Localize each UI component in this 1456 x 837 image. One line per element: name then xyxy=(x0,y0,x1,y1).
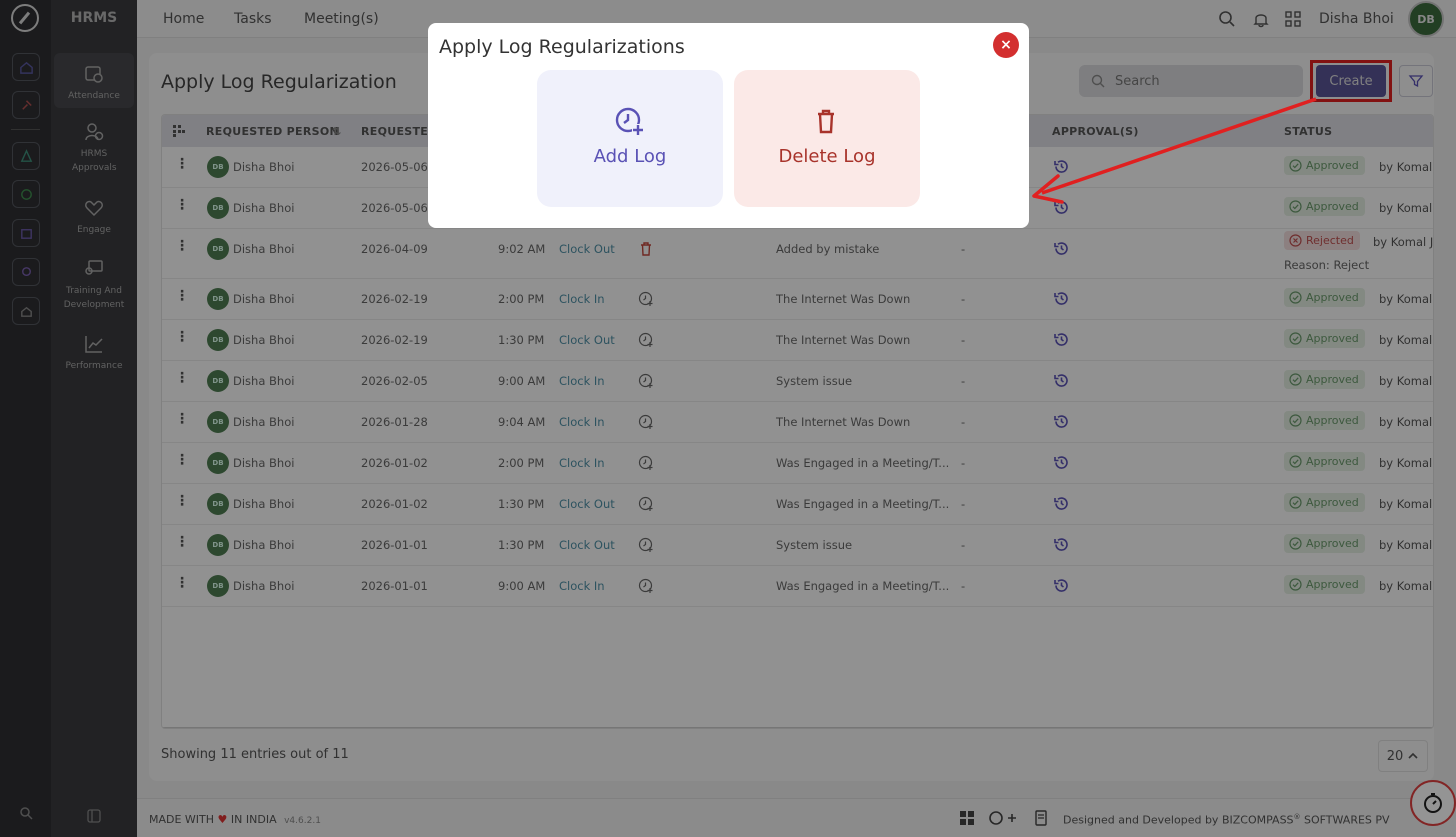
add-log-option[interactable]: Add Log xyxy=(537,70,723,207)
delete-log-option[interactable]: Delete Log xyxy=(734,70,920,207)
clock-plus-icon xyxy=(615,107,644,136)
add-log-label: Add Log xyxy=(593,146,667,167)
apply-log-modal: Apply Log Regularizations × Add Log Dele… xyxy=(428,23,1029,228)
close-button[interactable]: × xyxy=(993,32,1019,58)
trash-icon xyxy=(818,109,834,134)
modal-title: Apply Log Regularizations xyxy=(439,36,685,58)
delete-log-label: Delete Log xyxy=(778,146,876,167)
